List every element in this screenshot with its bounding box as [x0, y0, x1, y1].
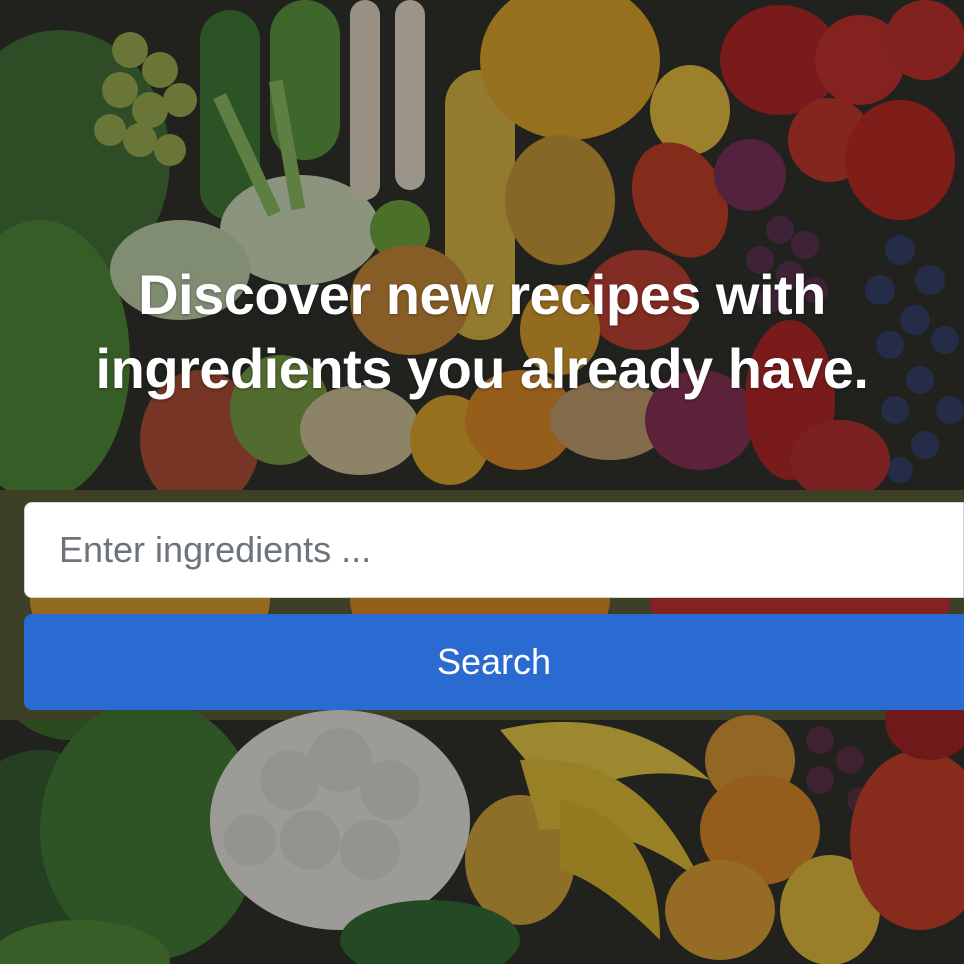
search-button[interactable]: Search — [24, 614, 964, 710]
page-title: Discover new recipes with ingredients yo… — [0, 258, 964, 406]
page-title-line-2: ingredients you already have. — [95, 337, 869, 400]
page-title-line-1: Discover new recipes with — [138, 263, 826, 326]
dark-overlay — [0, 0, 964, 964]
hero-background-image — [0, 0, 964, 964]
ingredients-search-input[interactable] — [24, 502, 964, 598]
